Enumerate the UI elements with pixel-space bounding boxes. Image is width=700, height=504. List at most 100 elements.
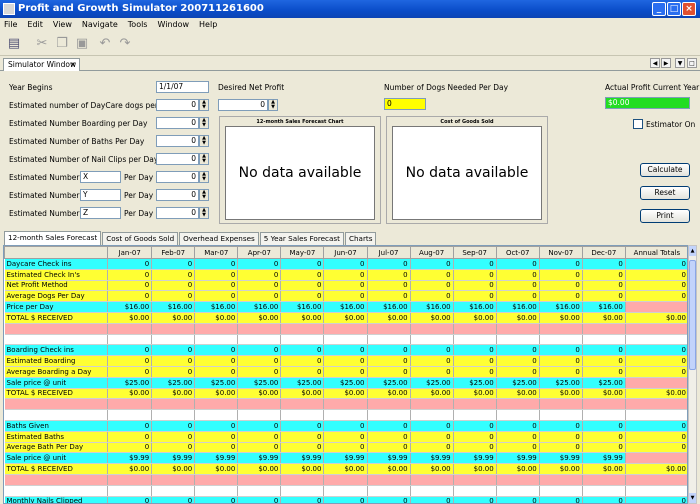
table-cell[interactable]: 0 xyxy=(410,366,454,378)
table-cell[interactable]: $25.00 xyxy=(367,377,411,389)
table-cell[interactable]: 0 xyxy=(107,431,153,443)
minimize-icon[interactable]: _ xyxy=(652,2,666,16)
table-cell[interactable]: 0 xyxy=(194,344,239,357)
table-cell[interactable] xyxy=(539,409,583,421)
table-cell[interactable] xyxy=(323,334,368,346)
table-cell[interactable]: 0 xyxy=(194,258,239,270)
table-cell[interactable]: 0 xyxy=(151,269,196,281)
table-cell[interactable] xyxy=(367,323,411,335)
table-cell[interactable]: 0 xyxy=(539,290,583,303)
table-cell[interactable] xyxy=(453,323,497,335)
table-cell[interactable]: 0 xyxy=(237,431,282,443)
table-cell[interactable]: $0.00 xyxy=(107,463,153,475)
nailclips-input[interactable]: 0 xyxy=(156,153,199,165)
table-cell[interactable]: $0.00 xyxy=(367,463,411,475)
table-cell[interactable]: 0 xyxy=(625,355,687,367)
table-cell[interactable]: $0.00 xyxy=(582,388,626,400)
print-button[interactable]: Print xyxy=(640,209,690,223)
table-cell[interactable]: $16.00 xyxy=(237,301,282,313)
table-cell[interactable] xyxy=(151,334,196,346)
table-cell[interactable]: $0.00 xyxy=(367,312,411,324)
custom-y-input[interactable]: 0 xyxy=(156,189,199,201)
table-cell[interactable]: 0 xyxy=(625,258,687,270)
table-cell[interactable]: 0 xyxy=(107,258,153,270)
table-cell[interactable]: $0.00 xyxy=(323,388,368,400)
table-cell[interactable] xyxy=(539,485,583,497)
table-cell[interactable] xyxy=(410,474,454,486)
table-cell[interactable]: 0 xyxy=(625,269,687,281)
table-cell[interactable]: $16.00 xyxy=(151,301,196,313)
paste-icon[interactable]: ▣ xyxy=(74,36,90,52)
menu-file[interactable]: File xyxy=(4,18,17,31)
table-cell[interactable]: 0 xyxy=(323,258,368,270)
table-cell[interactable]: 0 xyxy=(410,258,454,270)
table-cell[interactable] xyxy=(280,485,325,497)
table-cell[interactable]: 0 xyxy=(194,290,239,303)
tab-simulator-window[interactable]: Simulator Window × xyxy=(3,58,80,71)
table-cell[interactable]: 0 xyxy=(280,280,325,292)
table-cell[interactable] xyxy=(194,334,239,346)
table-cell[interactable]: 0 xyxy=(151,366,196,378)
redo-icon[interactable]: ↷ xyxy=(117,36,133,52)
custom-x-name-input[interactable]: X xyxy=(80,171,121,183)
table-cell[interactable]: $0.00 xyxy=(625,312,687,324)
table-cell[interactable] xyxy=(410,409,454,421)
table-cell[interactable]: 0 xyxy=(539,442,583,454)
table-cell[interactable]: 0 xyxy=(582,355,626,367)
table-cell[interactable]: 0 xyxy=(323,442,368,454)
table-cell[interactable]: 0 xyxy=(539,366,583,378)
table-cell[interactable] xyxy=(539,334,583,346)
table-cell[interactable] xyxy=(625,485,687,497)
boarding-input[interactable]: 0 xyxy=(156,117,199,129)
table-cell[interactable]: 0 xyxy=(237,280,282,292)
table-cell[interactable] xyxy=(496,398,540,411)
table-cell[interactable]: $16.00 xyxy=(280,301,325,313)
table-cell[interactable]: $0.00 xyxy=(625,388,687,400)
table-cell[interactable]: $16.00 xyxy=(539,301,583,313)
table-cell[interactable]: $16.00 xyxy=(107,301,153,313)
table-cell[interactable]: 0 xyxy=(539,355,583,367)
table-cell[interactable] xyxy=(194,409,239,421)
table-cell[interactable]: 0 xyxy=(496,269,540,281)
table-cell[interactable]: $0.00 xyxy=(280,463,325,475)
table-cell[interactable]: 0 xyxy=(367,269,411,281)
table-cell[interactable]: 0 xyxy=(582,420,626,432)
table-cell[interactable] xyxy=(280,474,325,486)
undo-icon[interactable]: ↶ xyxy=(97,36,113,52)
table-cell[interactable] xyxy=(496,334,540,346)
table-cell[interactable]: 0 xyxy=(107,344,153,357)
table-cell[interactable] xyxy=(539,323,583,335)
table-cell[interactable] xyxy=(323,485,368,497)
table-cell[interactable] xyxy=(194,323,239,335)
table-cell[interactable]: 0 xyxy=(453,431,497,443)
close-icon[interactable]: × xyxy=(682,2,696,16)
table-cell[interactable] xyxy=(367,334,411,346)
table-cell[interactable]: 0 xyxy=(237,290,282,303)
table-cell[interactable]: $9.99 xyxy=(410,452,454,465)
table-cell[interactable]: 0 xyxy=(496,290,540,303)
table-cell[interactable]: $0.00 xyxy=(410,463,454,475)
table-cell[interactable]: $25.00 xyxy=(496,377,540,389)
table-cell[interactable]: 0 xyxy=(496,442,540,454)
table-cell[interactable]: 0 xyxy=(367,366,411,378)
copy-icon[interactable]: ❐ xyxy=(54,36,70,52)
table-cell[interactable]: $9.99 xyxy=(323,452,368,465)
table-cell[interactable] xyxy=(496,485,540,497)
table-cell[interactable]: 0 xyxy=(410,442,454,454)
table-cell[interactable]: 0 xyxy=(539,431,583,443)
table-cell[interactable]: $25.00 xyxy=(410,377,454,389)
table-cell[interactable]: 0 xyxy=(280,496,325,503)
table-cell[interactable]: 0 xyxy=(410,496,454,503)
table-cell[interactable] xyxy=(410,334,454,346)
table-cell[interactable]: 0 xyxy=(237,420,282,432)
table-cell[interactable]: 0 xyxy=(582,431,626,443)
table-cell[interactable]: 0 xyxy=(453,280,497,292)
save-all-icon[interactable]: ▤ xyxy=(6,36,22,52)
table-cell[interactable]: 0 xyxy=(194,269,239,281)
table-cell[interactable] xyxy=(237,409,282,421)
table-cell[interactable]: 0 xyxy=(367,355,411,367)
table-cell[interactable]: 0 xyxy=(539,269,583,281)
table-cell[interactable]: 0 xyxy=(410,280,454,292)
scrollbar-thumb[interactable] xyxy=(689,260,696,370)
table-cell[interactable] xyxy=(107,485,153,497)
